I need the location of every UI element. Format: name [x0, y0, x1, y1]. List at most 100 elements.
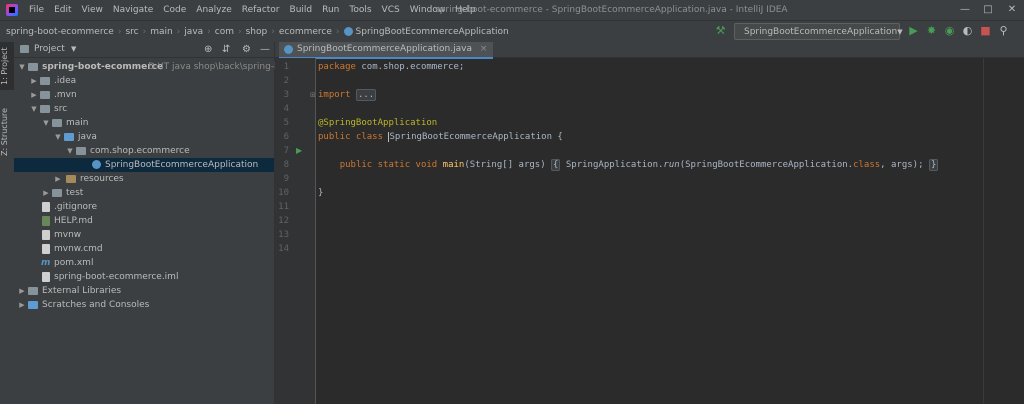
code-text: {: [552, 132, 563, 142]
breadcrumb-shop[interactable]: shop: [246, 27, 268, 37]
tree-item-pom-xml[interactable]: m pom.xml: [14, 256, 274, 270]
profile-icon[interactable]: ◐: [961, 24, 974, 37]
tree-item-mvn[interactable]: ▶ .mvn: [14, 88, 274, 102]
window-title: spring-boot-ecommerce - SpringBootEcomme…: [435, 5, 788, 15]
tree-item-label: .mvn: [54, 90, 77, 100]
chevron-right-icon: ›: [142, 26, 147, 37]
breadcrumb-ecommerce[interactable]: ecommerce: [279, 27, 332, 37]
line-number: 14: [278, 244, 289, 254]
tree-item-label: spring-boot-ecommerce.iml: [54, 272, 179, 282]
menu-file[interactable]: File: [24, 0, 49, 20]
breadcrumb-java[interactable]: java: [184, 27, 203, 37]
tree-item-test[interactable]: ▶ test: [14, 186, 274, 200]
tree-item-java[interactable]: ▼ java: [14, 130, 274, 144]
build-hammer-icon[interactable]: ⚒: [714, 24, 727, 37]
breadcrumb-src[interactable]: src: [125, 27, 138, 37]
folded-imports[interactable]: ...: [355, 89, 377, 101]
stop-icon[interactable]: ■: [979, 24, 992, 37]
expanded-arrow-icon[interactable]: ▼: [18, 60, 26, 74]
menu-code[interactable]: Code: [158, 0, 191, 20]
close-tab-icon[interactable]: ×: [480, 44, 488, 54]
hide-panel-icon[interactable]: —: [260, 42, 270, 57]
locate-target-icon[interactable]: ⊕: [204, 42, 212, 57]
run-gutter-icon[interactable]: ▶: [296, 144, 302, 158]
tree-item-package[interactable]: ▼ com.shop.ecommerce: [14, 144, 274, 158]
tree-item-iml[interactable]: spring-boot-ecommerce.iml: [14, 270, 274, 284]
menu-edit[interactable]: Edit: [49, 0, 76, 20]
menu-run[interactable]: Run: [317, 0, 344, 20]
gear-icon[interactable]: ⚙: [242, 42, 251, 57]
file-icon: [42, 244, 50, 254]
close-icon[interactable]: ✕: [1002, 0, 1022, 20]
breadcrumb-com[interactable]: com: [215, 27, 234, 37]
tree-item-label: mvnw: [54, 230, 82, 240]
editor-tab-label: SpringBootEcommerceApplication.java: [297, 44, 472, 54]
breadcrumb-class[interactable]: SpringBootEcommerceApplication: [356, 27, 509, 37]
folder-icon: [40, 91, 50, 99]
keyword: import: [318, 90, 351, 100]
collapsed-arrow-icon[interactable]: ▶: [54, 172, 62, 186]
annotation: @SpringBootApplication: [318, 118, 438, 128]
breadcrumb-main[interactable]: main: [150, 27, 173, 37]
tree-item-label: java: [78, 132, 97, 142]
menu-view[interactable]: View: [77, 0, 108, 20]
folder-icon: [40, 105, 50, 113]
run-icon[interactable]: ▶: [907, 24, 920, 37]
expanded-arrow-icon[interactable]: ▼: [30, 102, 38, 116]
folder-icon: [52, 189, 62, 197]
collapsed-arrow-icon[interactable]: ▶: [30, 88, 38, 102]
tab-project[interactable]: 1: Project: [0, 44, 14, 88]
tree-item-gitignore[interactable]: .gitignore: [14, 200, 274, 214]
maximize-icon[interactable]: □: [978, 0, 998, 20]
menu-vcs[interactable]: VCS: [377, 0, 405, 20]
expanded-arrow-icon[interactable]: ▼: [66, 144, 74, 158]
minimize-icon[interactable]: —: [955, 0, 975, 20]
collapse-all-icon[interactable]: ⇵: [222, 42, 230, 57]
folded-brace[interactable]: }: [928, 159, 939, 171]
breadcrumb-project[interactable]: spring-boot-ecommerce: [6, 27, 114, 37]
fold-marker-icon[interactable]: ⊞: [310, 88, 316, 102]
search-everywhere-icon[interactable]: ⚲: [997, 24, 1010, 37]
line-number: 9: [283, 174, 289, 184]
collapsed-arrow-icon[interactable]: ▶: [42, 186, 50, 200]
tab-structure[interactable]: Z: Structure: [0, 104, 14, 160]
menu-refactor[interactable]: Refactor: [237, 0, 285, 20]
collapsed-arrow-icon[interactable]: ▶: [30, 74, 38, 88]
expanded-arrow-icon[interactable]: ▼: [42, 116, 50, 130]
coverage-icon[interactable]: ◉: [943, 24, 956, 37]
menu-analyze[interactable]: Analyze: [191, 0, 236, 20]
expanded-arrow-icon[interactable]: ▼: [54, 130, 62, 144]
tree-item-project-root[interactable]: ▼ spring-boot-ecommerce D:\IT java shop\…: [14, 60, 294, 74]
code-editor[interactable]: package com.shop.ecommerce; import ... @…: [316, 58, 1024, 404]
menu-bar: File Edit View Navigate Code Analyze Ref…: [0, 0, 1024, 20]
menu-navigate[interactable]: Navigate: [108, 0, 158, 20]
collapsed-arrow-icon[interactable]: ▶: [18, 298, 26, 312]
tree-item-external-libraries[interactable]: ▶ External Libraries: [14, 284, 274, 298]
tree-item-resources[interactable]: ▶ resources: [14, 172, 274, 186]
tree-item-label: SpringBootEcommerceApplication: [105, 160, 259, 170]
tree-item-mvnw-cmd[interactable]: mvnw.cmd: [14, 242, 274, 256]
folder-icon: [52, 119, 62, 127]
menu-build[interactable]: Build: [285, 0, 318, 20]
intellij-logo-icon: [6, 4, 18, 16]
run-configuration-select[interactable]: SpringBootEcommerceApplication ▼: [734, 23, 903, 40]
project-view-selector[interactable]: Project: [34, 42, 65, 57]
tree-item-idea[interactable]: ▶ .idea: [14, 74, 274, 88]
tree-item-main[interactable]: ▼ main: [14, 116, 274, 130]
chevron-right-icon: ›: [117, 26, 122, 37]
tree-item-src[interactable]: ▼ src: [14, 102, 274, 116]
module-file-icon: [42, 272, 50, 282]
tree-item-main-class[interactable]: SpringBootEcommerceApplication: [14, 158, 274, 172]
debug-bug-icon[interactable]: ✸: [925, 24, 938, 37]
tree-item-help-md[interactable]: HELP.md: [14, 214, 274, 228]
file-icon: [42, 202, 50, 212]
menu-tools[interactable]: Tools: [344, 0, 376, 20]
tree-item-label: src: [54, 104, 68, 114]
chevron-down-icon[interactable]: ▼: [71, 42, 76, 57]
tree-item-label: spring-boot-ecommerce: [42, 62, 164, 72]
tree-item-scratches[interactable]: ▶ Scratches and Consoles: [14, 298, 274, 312]
collapsed-arrow-icon[interactable]: ▶: [18, 284, 26, 298]
tree-item-mvnw[interactable]: mvnw: [14, 228, 274, 242]
code-text: (String[] args): [464, 160, 546, 170]
editor-tab-main-class[interactable]: SpringBootEcommerceApplication.java ×: [279, 42, 494, 59]
